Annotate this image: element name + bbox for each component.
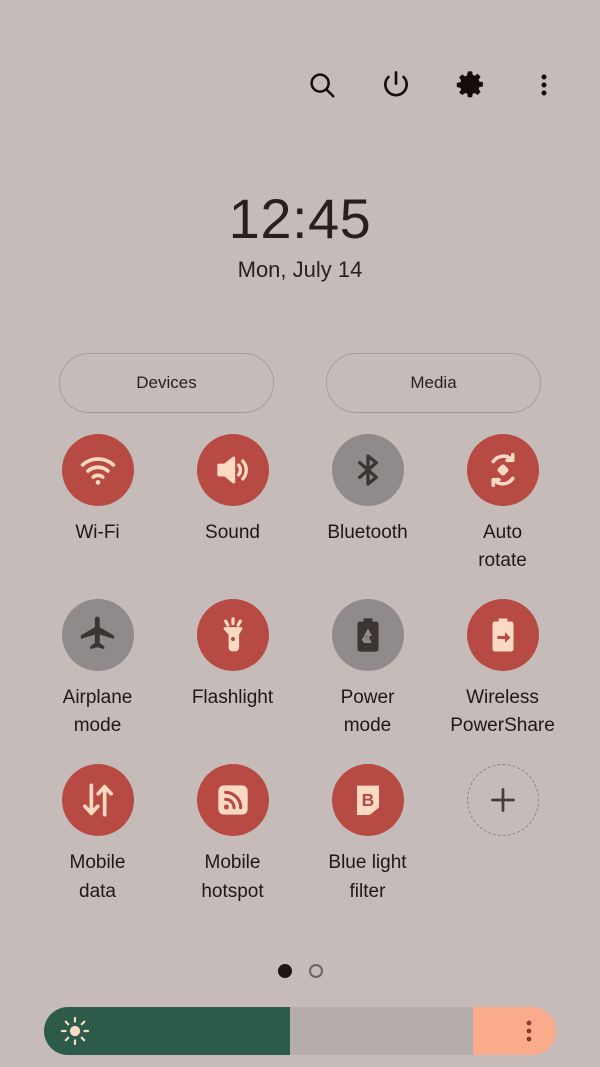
- blue-light-icon[interactable]: B: [331, 764, 404, 837]
- toggle-wi-fi[interactable]: Wi-Fi: [30, 434, 165, 575]
- page-indicator: [0, 964, 600, 978]
- page-dot-1[interactable]: [277, 964, 292, 978]
- toggle-label: Mobile hotspot: [201, 852, 264, 902]
- search-icon[interactable]: [300, 63, 344, 107]
- brightness-slider-remainder: [473, 1007, 556, 1055]
- clock-date[interactable]: Mon, July 14: [0, 257, 600, 283]
- brightness-sun-icon: [60, 1007, 90, 1055]
- shortcut-pill-row: Devices Media: [0, 353, 600, 413]
- quick-settings-topbar: [0, 0, 600, 170]
- power-mode-icon[interactable]: [331, 599, 404, 672]
- bluetooth-icon[interactable]: [331, 434, 404, 506]
- svg-text:B: B: [361, 790, 374, 810]
- airplane-icon[interactable]: [61, 599, 134, 672]
- toggle-power-mode[interactable]: Power mode: [300, 599, 435, 740]
- toggle-flashlight[interactable]: Flashlight: [165, 599, 300, 740]
- media-button[interactable]: Media: [326, 353, 541, 413]
- toggle-auto-rotate[interactable]: Auto rotate: [435, 434, 570, 575]
- brightness-slider[interactable]: [44, 1007, 556, 1055]
- wifi-icon[interactable]: [61, 434, 134, 506]
- brightness-options-icon[interactable]: [524, 1007, 534, 1055]
- toggle-label: Wi-Fi: [75, 522, 120, 543]
- toggle-label: Mobile data: [69, 852, 126, 902]
- clock-block: 12:45 Mon, July 14: [0, 189, 600, 283]
- devices-button[interactable]: Devices: [59, 353, 274, 413]
- toggle-sound[interactable]: Sound: [165, 434, 300, 575]
- toggle-label: Blue light filter: [328, 852, 407, 902]
- toggle-mobile-hotspot[interactable]: Mobile hotspot: [165, 764, 300, 905]
- toggle-label: Wireless PowerShare: [450, 687, 555, 737]
- toggle-blue-light-filter[interactable]: B Blue light filter: [300, 764, 435, 905]
- add-icon[interactable]: [466, 764, 539, 837]
- auto-rotate-icon[interactable]: [466, 434, 539, 506]
- toggle-label: Flashlight: [191, 687, 274, 709]
- toggle-wireless-powershare[interactable]: Wireless PowerShare: [435, 599, 570, 740]
- power-share-icon[interactable]: [466, 599, 539, 672]
- page-dot-2[interactable]: [308, 964, 323, 978]
- toggle-mobile-data[interactable]: Mobile data: [30, 764, 165, 905]
- flashlight-icon[interactable]: [196, 599, 269, 672]
- toggle-label: Bluetooth: [327, 522, 408, 543]
- add-toggle-button[interactable]: [435, 764, 570, 905]
- toggle-label: Auto rotate: [478, 522, 527, 572]
- gear-icon[interactable]: [448, 63, 492, 107]
- mobile-data-icon[interactable]: [61, 764, 134, 837]
- toggle-bluetooth[interactable]: Bluetooth: [300, 434, 435, 575]
- more-options-icon[interactable]: [522, 63, 566, 107]
- clock-time[interactable]: 12:45: [0, 189, 600, 249]
- quick-toggle-grid: Wi-Fi Sound Bluetooth Auto rotate Airpla…: [30, 434, 570, 906]
- hotspot-icon[interactable]: [196, 764, 269, 837]
- toggle-label: Sound: [205, 522, 260, 543]
- sound-icon[interactable]: [196, 434, 269, 506]
- power-icon[interactable]: [374, 63, 418, 107]
- toggle-label: Airplane mode: [62, 687, 133, 737]
- toggle-label: Power mode: [340, 687, 395, 737]
- toggle-airplane-mode[interactable]: Airplane mode: [30, 599, 165, 740]
